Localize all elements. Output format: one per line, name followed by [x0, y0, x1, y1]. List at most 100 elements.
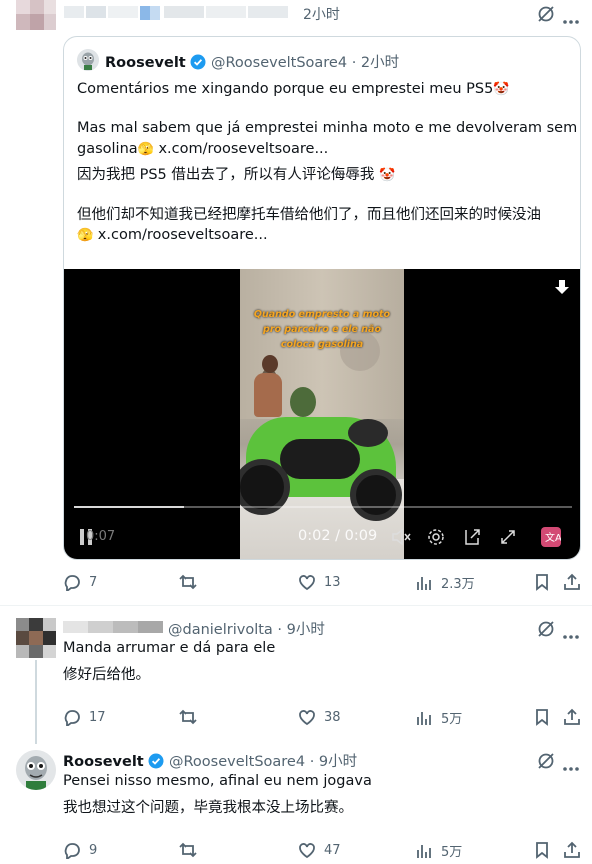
share-button[interactable] — [563, 708, 581, 726]
quote-translation-line3: 🫣 x.com/rooseveltsoare... — [77, 225, 268, 246]
settings-gear-icon[interactable] — [427, 528, 445, 546]
quote-author-avatar[interactable] — [77, 49, 99, 71]
more-icon[interactable] — [562, 757, 580, 771]
reply2-time[interactable]: 9小时 — [319, 754, 357, 770]
heart-icon — [299, 710, 315, 726]
like-button[interactable]: 38 — [298, 708, 341, 726]
quote-link[interactable]: x.com/rooseveltsoare... — [158, 141, 328, 157]
video-player[interactable]: Quando empresto a moto pro parceiro e el… — [64, 269, 580, 559]
views-button[interactable]: 5万 — [415, 841, 462, 860]
peeking-face-emoji: 🫣 — [137, 142, 154, 157]
share-button[interactable] — [563, 841, 581, 859]
bookmark-button[interactable] — [533, 708, 551, 726]
video-caption-line2: pro parceiro e ele não — [263, 324, 381, 335]
share-icon — [564, 573, 580, 590]
views-button[interactable]: 5万 — [415, 708, 462, 727]
verified-badge-icon — [190, 54, 206, 70]
share-button[interactable] — [563, 573, 581, 591]
like-count: 47 — [324, 842, 341, 858]
clown-emoji: 🤡 — [379, 168, 396, 183]
share-icon — [564, 708, 580, 725]
retweet-button[interactable] — [179, 573, 197, 591]
reply2-translation: 我也想过这个问题，毕竟我根本没上场比赛。 — [63, 800, 353, 816]
bookmark-icon — [536, 709, 548, 726]
reply-icon — [64, 710, 80, 726]
reply2-author-name[interactable]: Roosevelt — [63, 754, 144, 770]
reply1-translation: 修好后给他。 — [63, 667, 150, 683]
reply-count: 9 — [89, 842, 98, 858]
bookmark-icon — [536, 574, 548, 591]
reply-button[interactable]: 7 — [63, 573, 97, 591]
retweet-icon — [179, 842, 197, 858]
mute-icon[interactable] — [391, 528, 411, 546]
reply1-handle[interactable]: @danielrivolta — [168, 622, 273, 638]
views-button[interactable]: 2.3万 — [415, 573, 475, 592]
video-caption-line1: Quando empresto a moto — [253, 309, 391, 320]
video-current-time: 0:02 / 0:09 — [298, 528, 378, 544]
clown-emoji: 🤡 — [493, 82, 510, 97]
reply1-time[interactable]: 9小时 — [287, 622, 325, 638]
grok-icon[interactable] — [536, 619, 556, 639]
fullscreen-icon[interactable] — [499, 528, 517, 546]
quote-time-separator: · — [351, 55, 357, 71]
svg-text:文A: 文A — [545, 531, 561, 544]
reply2-avatar[interactable] — [16, 750, 56, 790]
reply2-time-separator: · — [309, 754, 315, 770]
retweet-icon — [179, 574, 197, 590]
video-frame: Quando empresto a moto pro parceiro e el… — [240, 269, 404, 559]
quote-text-line1: Comentários me xingando porque eu empres… — [77, 79, 510, 100]
video-progress-track[interactable] — [74, 506, 572, 508]
more-icon[interactable] — [562, 10, 580, 24]
reply2-handle[interactable]: @RooseveltSoare4 — [169, 754, 305, 770]
reply-icon — [64, 843, 80, 859]
quote-author-name[interactable]: Roosevelt — [105, 55, 186, 71]
analytics-icon — [417, 576, 431, 590]
share-icon — [564, 841, 580, 858]
heart-icon — [299, 575, 315, 591]
thread-connector-line — [35, 660, 37, 744]
analytics-icon — [417, 844, 431, 858]
more-icon[interactable] — [562, 625, 580, 639]
quote-text-line3: gasolina🫣 x.com/rooseveltsoare... — [77, 139, 328, 160]
top-tweet-author-redacted — [64, 4, 294, 20]
like-button[interactable]: 47 — [298, 841, 341, 859]
views-count: 2.3万 — [441, 577, 475, 592]
reply1-avatar[interactable] — [16, 618, 56, 658]
quote-time[interactable]: 2小时 — [361, 55, 399, 71]
picture-in-picture-icon[interactable] — [463, 528, 481, 546]
quote-author-handle[interactable]: @RooseveltSoare4 — [211, 55, 347, 71]
bookmark-button[interactable] — [533, 841, 551, 859]
like-count: 38 — [324, 709, 341, 725]
quote-translation-line2: 但他们却不知道我已经把摩托车借给他们了，而且他们还回来的时候没油 — [77, 207, 541, 223]
grok-icon[interactable] — [536, 4, 556, 24]
views-count: 5万 — [441, 845, 463, 860]
video-progress-fill — [74, 506, 184, 508]
peeking-face-emoji: 🫣 — [77, 228, 94, 243]
bookmark-button[interactable] — [533, 573, 551, 591]
reply2-text: Pensei nisso mesmo, afinal eu nem jogava — [63, 773, 372, 789]
reply1-text: Manda arrumar e dá para ele — [63, 640, 276, 656]
download-icon[interactable] — [554, 279, 570, 297]
quote-tweet-card[interactable]: Roosevelt @RooseveltSoare4 · 2小时 Comentá… — [63, 36, 581, 560]
verified-badge-icon — [148, 753, 164, 769]
retweet-button[interactable] — [179, 841, 197, 859]
translate-icon[interactable]: 文A — [541, 527, 562, 547]
reply-count: 7 — [89, 574, 98, 590]
bookmark-icon — [536, 842, 548, 859]
top-tweet-avatar[interactable] — [16, 0, 56, 30]
grok-icon[interactable] — [536, 751, 556, 771]
video-caption-line3: coloca gasolina — [280, 339, 364, 350]
quote-translation-line1: 因为我把 PS5 借出去了，所以有人评论侮辱我 🤡 — [77, 165, 395, 186]
top-tweet-time[interactable]: 2小时 — [303, 4, 340, 24]
views-count: 5万 — [441, 712, 463, 727]
reply-count: 17 — [89, 709, 106, 725]
like-button[interactable]: 13 — [298, 573, 341, 591]
reply-button[interactable]: 9 — [63, 841, 97, 859]
video-small-time: 0:07 — [86, 529, 116, 544]
reply1-name-redacted — [63, 620, 163, 634]
quote-translation-link[interactable]: x.com/rooseveltsoare... — [98, 227, 268, 243]
reply-button[interactable]: 17 — [63, 708, 106, 726]
like-count: 13 — [324, 574, 341, 590]
retweet-button[interactable] — [179, 708, 197, 726]
reply1-time-separator: · — [277, 622, 283, 638]
